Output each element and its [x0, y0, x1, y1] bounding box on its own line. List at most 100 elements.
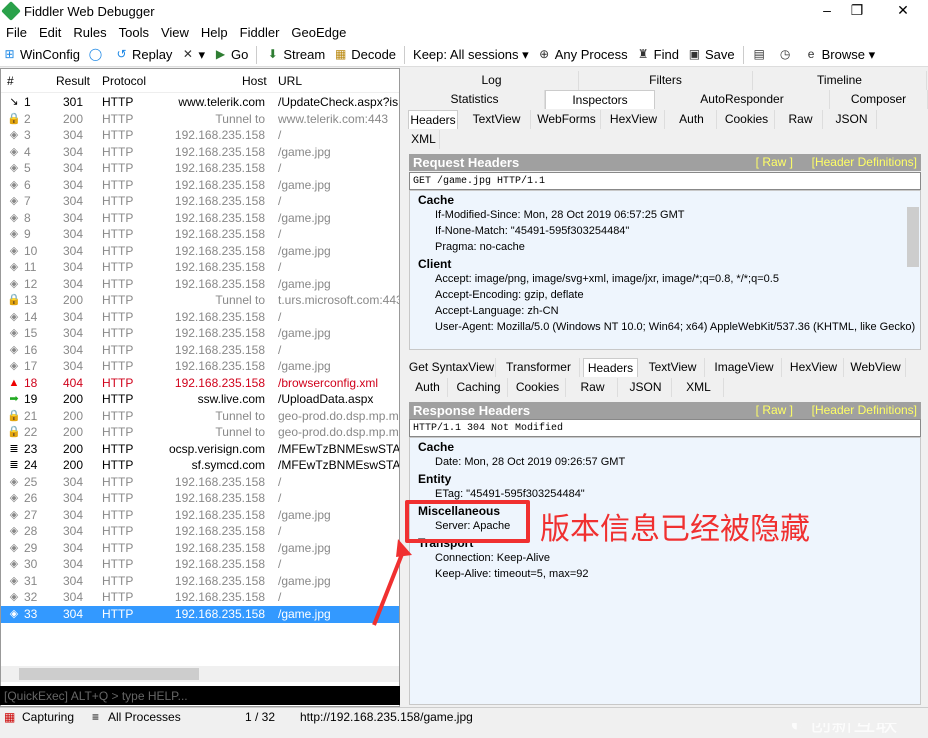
toolbar-button-timer[interactable]: ◷	[778, 47, 796, 62]
session-row[interactable]: ◈ 17 304 HTTP 192.168.235.158/game.jpg	[1, 358, 399, 375]
session-row[interactable]: ◈ 3 304 HTTP 192.168.235.158 /	[1, 127, 399, 144]
request-tab-webforms[interactable]: WebForms	[533, 110, 601, 129]
request-tab-auth[interactable]: Auth	[667, 110, 717, 129]
scroll-thumb[interactable]	[19, 668, 199, 680]
request-tab-hexview[interactable]: HexView	[603, 110, 665, 129]
tab-log[interactable]: Log	[405, 71, 579, 90]
request-tab-headers[interactable]: Headers	[408, 110, 458, 129]
response-tab-raw[interactable]: Raw	[568, 378, 618, 397]
session-row[interactable]: ◈ 28 304 HTTP 192.168.235.158/	[1, 523, 399, 540]
session-row[interactable]: ◈ 12 304 HTTP 192.168.235.158/game.jpg	[1, 276, 399, 293]
request-tab-json[interactable]: JSON	[827, 110, 877, 129]
session-row[interactable]: ➡ 19 200 HTTP ssw.live.com/UploadData.aspx	[1, 391, 399, 408]
header-group-client[interactable]: Client	[418, 257, 451, 271]
session-row[interactable]: ◈ 15 304 HTTP 192.168.235.158/game.jpg	[1, 325, 399, 342]
session-row[interactable]: ◈ 9 304 HTTP 192.168.235.158 /	[1, 226, 399, 243]
session-row[interactable]: ≣ 24 200 HTTP sf.symcd.com/MFEwTzBNMEswSTAJB…	[1, 457, 399, 474]
tab-autoresponder[interactable]: AutoResponder	[655, 90, 830, 109]
header-group-entity[interactable]: Entity	[418, 472, 451, 486]
session-row[interactable]: ◈ 27 304 HTTP 192.168.235.158/game.jpg	[1, 507, 399, 524]
response-tab-hexview[interactable]: HexView	[784, 358, 844, 377]
toolbar-button-[interactable]: ✕ ▾	[180, 47, 205, 63]
tab-timeline[interactable]: Timeline	[753, 71, 927, 90]
request-tab-raw[interactable]: Raw	[779, 110, 823, 129]
toolbar-button-comment[interactable]: ◯	[88, 47, 106, 62]
session-row[interactable]: ◈ 25 304 HTTP 192.168.235.158 /	[1, 474, 399, 491]
response-tab-get-syntaxview[interactable]: Get SyntaxView	[408, 358, 496, 377]
tab-inspectors[interactable]: Inspectors	[545, 90, 655, 109]
response-tab-webview[interactable]: WebView	[846, 358, 906, 377]
menu-geoedge[interactable]: GeoEdge	[291, 25, 346, 40]
session-row[interactable]: ◈ 7 304 HTTP 192.168.235.158 /	[1, 193, 399, 210]
session-row[interactable]: ◈ 31 304 HTTP 192.168.235.158/game.jpg	[1, 573, 399, 590]
close-button[interactable]: ✕	[888, 2, 918, 19]
tab-composer[interactable]: Composer	[830, 90, 928, 109]
menu-fiddler[interactable]: Fiddler	[240, 25, 280, 40]
session-row[interactable]: ↘ 1 301 HTTP www.telerik.com/UpdateCheck.asp…	[1, 94, 399, 111]
response-tab-caching[interactable]: Caching	[450, 378, 508, 397]
toolbar-button-anyprocess[interactable]: ⊕ Any Process	[537, 47, 628, 62]
toolbar-button-find[interactable]: ♜ Find	[636, 47, 679, 62]
session-row[interactable]: 🔒 22 200 HTTP Tunnel to geo-prod.do.dsp.mp.mi…	[1, 424, 399, 441]
request-tab-textview[interactable]: TextView	[463, 110, 531, 129]
session-row[interactable]: ◈ 5 304 HTTP 192.168.235.158 /	[1, 160, 399, 177]
session-row[interactable]: ◈ 33 304 HTTP 192.168.235.158/game.jpg	[1, 605, 399, 623]
response-tab-textview[interactable]: TextView	[641, 358, 705, 377]
menu-file[interactable]: File	[6, 25, 27, 40]
session-row[interactable]: ◈ 32 304 HTTP 192.168.235.158/	[1, 589, 399, 606]
response-tab-cookies[interactable]: Cookies	[510, 378, 566, 397]
menu-edit[interactable]: Edit	[39, 25, 61, 40]
capturing-status[interactable]: Capturing	[22, 710, 74, 724]
response-raw-link[interactable]: [ Raw ]	[756, 402, 793, 419]
column-url[interactable]: URL	[278, 74, 302, 88]
request-raw-link[interactable]: [ Raw ]	[756, 154, 793, 171]
session-row[interactable]: ◈ 29 304 HTTP 192.168.235.158/game.jpg	[1, 540, 399, 557]
response-tab-imageview[interactable]: ImageView	[707, 358, 782, 377]
session-row[interactable]: ≣ 23 200 HTTP ocsp.verisign.com/MFEwTzBNMEsw…	[1, 441, 399, 458]
session-row[interactable]: 🔒 2 200 HTTP Tunnel to www.telerik.com:443	[1, 111, 399, 128]
tab-statistics[interactable]: Statistics	[405, 90, 545, 109]
toolbar-button-replay[interactable]: ↺ Replay	[114, 47, 172, 62]
response-tab-json[interactable]: JSON	[620, 378, 672, 397]
response-tab-headers[interactable]: Headers	[583, 358, 638, 377]
response-tab-transformer[interactable]: Transformer	[498, 358, 580, 377]
session-row[interactable]: ▲ 18 404 HTTP 192.168.235.158/browserconfig.…	[1, 375, 399, 392]
session-row[interactable]: ◈ 14 304 HTTP 192.168.235.158 /	[1, 309, 399, 326]
column-result[interactable]: Result	[56, 74, 90, 88]
column-protocol[interactable]: Protocol	[102, 74, 146, 88]
header-group-cache[interactable]: Cache	[418, 193, 454, 207]
quickexec-input[interactable]: [QuickExec] ALT+Q > type HELP...	[0, 686, 400, 705]
toolbar-button-save[interactable]: ▣ Save	[687, 47, 735, 62]
response-tab-auth[interactable]: Auth	[408, 378, 448, 397]
session-row[interactable]: 🔒 21 200 HTTP Tunnel to geo-prod.do.dsp.mp.mi…	[1, 408, 399, 425]
minimize-button[interactable]: –	[812, 2, 842, 18]
header-group-cache[interactable]: Cache	[418, 440, 454, 454]
session-list-hscrollbar[interactable]	[1, 666, 399, 682]
session-row[interactable]: ◈ 30 304 HTTP 192.168.235.158/	[1, 556, 399, 573]
maximize-button[interactable]: ❐	[842, 2, 872, 19]
response-header-definitions-link[interactable]: [Header Definitions]	[812, 402, 917, 419]
toolbar-button-winconfig[interactable]: ⊞ WinConfig	[2, 47, 80, 62]
request-vscrollbar[interactable]	[906, 193, 920, 329]
toolbar-button-keepallsessions[interactable]: Keep: All sessions ▾	[413, 47, 529, 63]
toolbar-button-go[interactable]: ▶ Go	[213, 47, 248, 62]
menu-tools[interactable]: Tools	[119, 25, 149, 40]
menu-view[interactable]: View	[161, 25, 189, 40]
toolbar-button-decode[interactable]: ▦ Decode	[333, 47, 396, 62]
session-row[interactable]: ◈ 8 304 HTTP 192.168.235.158/game.jpg	[1, 210, 399, 227]
column-host[interactable]: Host	[242, 74, 267, 88]
toolbar-button-stream[interactable]: ⬇ Stream	[265, 47, 325, 62]
response-tab-xml[interactable]: XML	[674, 378, 724, 397]
request-tab-cookies[interactable]: Cookies	[719, 110, 775, 129]
session-row[interactable]: ◈ 4 304 HTTP 192.168.235.158/game.jpg	[1, 144, 399, 161]
menu-rules[interactable]: Rules	[73, 25, 106, 40]
session-row[interactable]: ◈ 26 304 HTTP 192.168.235.158 /	[1, 490, 399, 507]
session-row[interactable]: ◈ 16 304 HTTP 192.168.235.158 /	[1, 342, 399, 359]
request-header-definitions-link[interactable]: [Header Definitions]	[812, 154, 917, 171]
session-row[interactable]: ◈ 10 304 HTTP 192.168.235.158/game.jpg	[1, 243, 399, 260]
tab-filters[interactable]: Filters	[579, 71, 753, 90]
toolbar-button-screenshot[interactable]: ▤	[752, 47, 770, 62]
menu-help[interactable]: Help	[201, 25, 228, 40]
session-row[interactable]: ◈ 6 304 HTTP 192.168.235.158/game.jpg	[1, 177, 399, 194]
column-id[interactable]: #	[7, 74, 14, 88]
